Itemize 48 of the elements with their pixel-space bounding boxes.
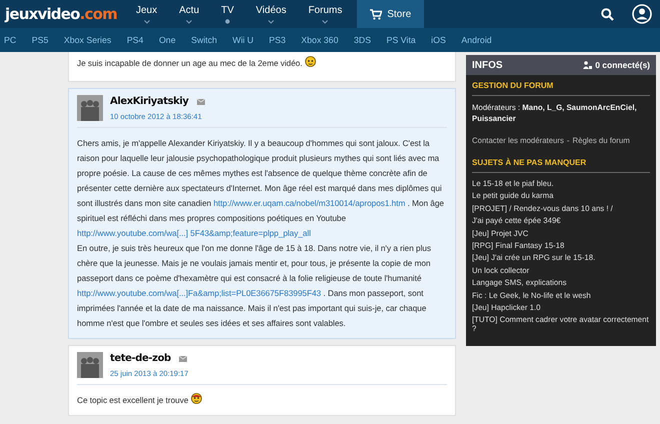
post-text: En outre, je suis très heureux que l'on me donne l'âge de 15 à 18. Dans notre vie, il n'y a rien plus chère que la jeunesse. Mais je ne voulais jamais mentir et, pour tous, je présente la copie de mon passeport dans ce poème d'hexamètre qui est consacré à la folie religieuse de toute l'humanité http://www.youtube.com/wa[...]Fa&amp;list=PL0E36675F83995F43 . Dans mon passeport, sont imprimées l'année et la date de ma naissance. Mais il n'est pas important qui suis-je, car chaque homme n'est que l'ombre et seules ses idées et ses affaires sont valables.: [77, 242, 432, 330]
platform-link[interactable]: Wii U: [232, 35, 262, 45]
platform-link[interactable]: PS3: [269, 35, 294, 45]
platform-link[interactable]: iOS: [431, 35, 454, 45]
cart-icon: [370, 8, 382, 20]
nav-tab[interactable]: Forums: [297, 0, 354, 28]
post-link[interactable]: 5F43&amp;feature=plpp_play_all: [190, 228, 311, 238]
platform-link[interactable]: One: [158, 35, 184, 45]
chevron-icon: [186, 20, 192, 24]
post-text: Je suis incapable de donner un age au mec de la 2eme vidéo.: [77, 56, 447, 71]
post-text: Chers amis, je m'appelle Alexander Kiriyatskiy. Il y a beaucoup d'hommes qui sont jaloux. C'est la raison pour laquelle leur jalousie psychopathologique produit plusieurs mythes qui sont liés avec ma propre poésie. La cause de ces mêmes mythes est l'absence de quelque thème concrète afin de présenter cette dernière aux spectateurs d'Internet. Mon âge réel est marqué dans mes diplômes qui sont illustrés dans mon site canadien http://www.er.uqam.ca/nobel/m310014/apropos1.htm . Mon âge spirituel est réfléchi dans mes propres compositions poétiques en Youtube http://www.youtube.com/wa[...] 5F43&amp;feature=plpp_play_all: [77, 137, 445, 240]
avatar-placeholder: [77, 352, 103, 378]
author-name[interactable]: tete-de-zob: [110, 353, 171, 364]
nav-tab[interactable]: TV: [210, 0, 245, 28]
platform-link[interactable]: PC: [4, 35, 24, 45]
platform-link[interactable]: PS Vita: [386, 35, 424, 45]
platform-link[interactable]: PS5: [32, 35, 56, 45]
smiley-icon: [191, 393, 202, 404]
panel-title: INFOS: [472, 60, 503, 70]
chevron-icon: [322, 20, 328, 24]
chevron-icon: [144, 20, 150, 24]
online-count: 0 connecté(s): [583, 60, 650, 70]
avatar-placeholder: [77, 95, 103, 121]
users-icon: [583, 61, 592, 69]
nav-tab[interactable]: Store: [357, 0, 424, 28]
platform-link[interactable]: Xbox Series: [64, 35, 120, 45]
platform-link[interactable]: Xbox 360: [301, 35, 346, 45]
post-link[interactable]: http://www.youtube.com/wa[...]Fa&amp;list=PL0E36675F83995F43: [77, 288, 321, 298]
section-heading: SUJETS À NE PAS MANQUER: [472, 158, 650, 173]
post-text: Ce topic est excellent je trouve: [77, 393, 447, 408]
nav-tab[interactable]: Vidéos: [244, 0, 298, 28]
post-link[interactable]: http://www.youtube.com/wa[...]: [77, 228, 188, 238]
platform-link[interactable]: 3DS: [354, 35, 379, 45]
post-link[interactable]: http://www.er.uqam.ca/nobel/m310014/apropos1.htm: [213, 198, 406, 208]
search-icon[interactable]: [601, 8, 614, 20]
author-name[interactable]: AlexKiriyatskiy: [110, 96, 189, 107]
section-heading: GESTION DU FORUM: [472, 81, 650, 96]
nav-tab[interactable]: Jeux: [125, 0, 168, 28]
platform-link[interactable]: PS4: [126, 35, 152, 45]
platform-link[interactable]: Android: [461, 35, 500, 45]
platform-link[interactable]: Switch: [191, 35, 226, 45]
nav-tab[interactable]: Actu: [168, 0, 210, 28]
site-logo[interactable]: jeuxvideo.com: [0, 0, 125, 28]
smiley-icon: [305, 56, 316, 67]
dot-icon: [225, 19, 230, 24]
chevron-icon: [268, 20, 274, 24]
user-account-icon[interactable]: [632, 4, 652, 24]
envelope-icon[interactable]: [178, 356, 187, 362]
